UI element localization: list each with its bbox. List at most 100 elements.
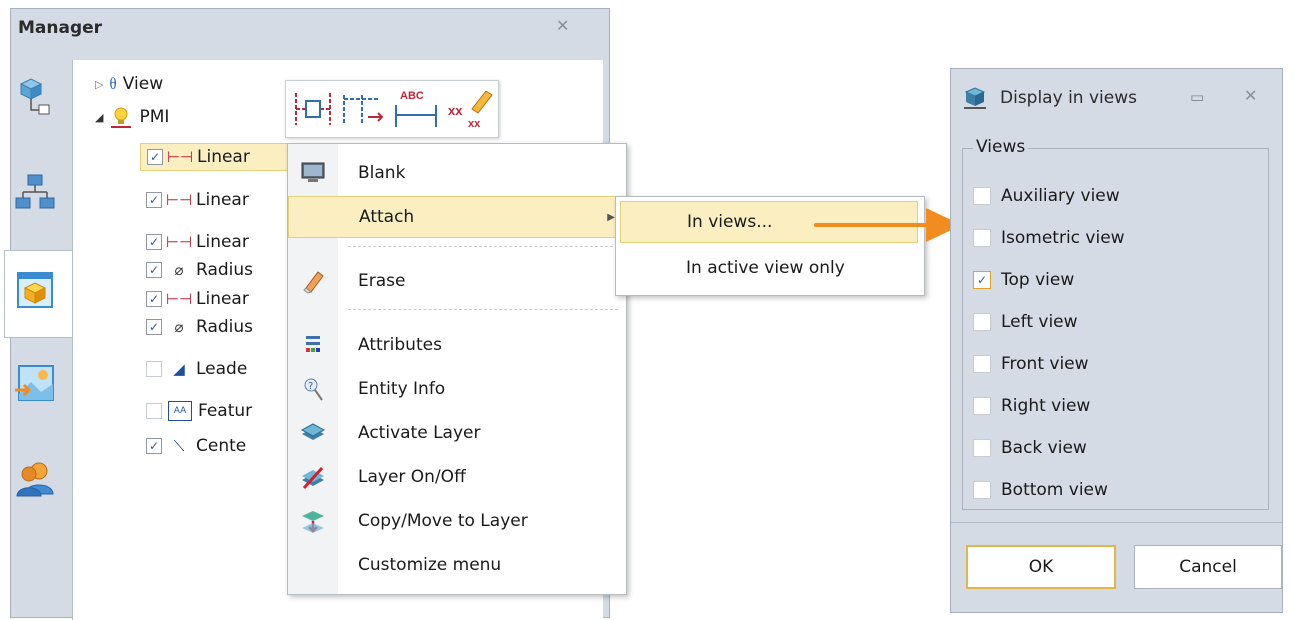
tree-row-label: Leade: [196, 359, 248, 379]
expand-arrow-icon[interactable]: ▷: [95, 78, 103, 91]
checkbox[interactable]: [973, 187, 991, 205]
menu-item-layer-on-off[interactable]: Layer On/Off: [288, 456, 626, 498]
layer-icon: [300, 423, 326, 440]
context-menu: Blank Attach ▶ Erase Attributes ? Entity…: [287, 143, 627, 595]
radius-dimension-icon: ⌀: [174, 318, 184, 336]
monitor-icon: [301, 162, 325, 182]
tree-row-pmi-item[interactable]: ✓ ⊢⊣ Linear: [146, 228, 249, 256]
menu-item-customize-menu[interactable]: Customize menu: [288, 544, 626, 586]
linear-dimension-icon: ⊢⊣: [165, 191, 193, 209]
linear-dimension-tool-icon[interactable]: [292, 89, 334, 129]
dialog-footer-divider: [951, 522, 1282, 523]
checkbox[interactable]: [973, 397, 991, 415]
tree-row-label: Linear: [196, 232, 249, 252]
svg-text:xx: xx: [448, 103, 463, 118]
menu-item-blank[interactable]: Blank: [288, 152, 626, 194]
close-icon[interactable]: ✕: [556, 16, 569, 35]
tree-row-pmi-item[interactable]: ✓ ⊢⊣ Linear: [140, 143, 290, 171]
checkbox[interactable]: ✓: [146, 438, 162, 454]
svg-text:?: ?: [308, 381, 313, 392]
menu-separator: [348, 246, 618, 247]
linear-dimension-icon: ⊢⊣: [166, 148, 194, 166]
tree-row-pmi-item[interactable]: ✓ ⌀ Radius: [146, 256, 253, 284]
view-option-top[interactable]: ✓ Top view: [973, 265, 1074, 295]
baseline-dimension-tool-icon[interactable]: [340, 89, 386, 129]
tree-node-label: PMI: [139, 107, 170, 127]
tree-node-pmi[interactable]: ◢ PMI: [95, 103, 169, 131]
tree-row-pmi-item[interactable]: AA Featur: [146, 397, 252, 425]
cancel-button[interactable]: Cancel: [1134, 545, 1282, 589]
tree-row-label: Linear: [196, 190, 249, 210]
checkbox[interactable]: ✓: [146, 262, 162, 278]
checkbox[interactable]: [973, 229, 991, 247]
menu-separator: [348, 309, 618, 310]
checkbox[interactable]: [146, 361, 162, 377]
tree-row-pmi-item[interactable]: ✓ ⌀ Radius: [146, 313, 253, 341]
tree-row-label: Featur: [198, 401, 253, 421]
layer-toggle-icon: [302, 466, 324, 490]
ok-button[interactable]: OK: [966, 545, 1116, 589]
tolerance-edit-tool-icon[interactable]: xx xx: [446, 85, 494, 131]
submenu-arrow-icon: ▶: [607, 211, 615, 223]
tree-node-view[interactable]: ▷ ᦲ View: [95, 70, 163, 98]
menu-item-entity-info[interactable]: ? Entity Info: [288, 368, 626, 410]
checkbox[interactable]: ✓: [973, 271, 991, 289]
entity-info-icon: ?: [304, 378, 323, 401]
pmi-mini-toolbar: ABC xx xx: [285, 80, 499, 138]
feature-control-frame-icon: AA: [168, 401, 192, 421]
close-icon[interactable]: ✕: [1244, 86, 1257, 105]
view-option-right[interactable]: Right view: [973, 391, 1090, 421]
checkbox[interactable]: [146, 403, 162, 419]
callout-arrow: [814, 208, 962, 242]
menu-item-erase[interactable]: Erase: [288, 260, 626, 302]
view-option-left[interactable]: Left view: [973, 307, 1078, 337]
view-manager-icon[interactable]: [13, 268, 57, 312]
checkbox[interactable]: [973, 313, 991, 331]
pmi-icon: [111, 107, 132, 128]
eraser-icon: [303, 271, 324, 294]
checkbox[interactable]: ✓: [146, 319, 162, 335]
submenu-item-active-view-only[interactable]: In active view only: [620, 247, 918, 289]
checkbox[interactable]: ✓: [146, 234, 162, 250]
centerline-icon: ⟍: [173, 437, 185, 455]
checkbox[interactable]: ✓: [146, 192, 162, 208]
tree-row-pmi-item[interactable]: ✓ ⊢⊣ Linear: [146, 186, 249, 214]
part-tree-icon[interactable]: [13, 74, 57, 118]
tree-row-pmi-item[interactable]: ◢ Leade: [146, 355, 247, 383]
users-icon[interactable]: [13, 458, 57, 502]
text-dimension-tool-icon[interactable]: ABC: [392, 87, 442, 129]
layer-move-icon: [302, 511, 324, 533]
tree-node-label: View: [122, 74, 164, 94]
collapse-arrow-icon[interactable]: ◢: [95, 111, 103, 124]
view-option-bottom[interactable]: Bottom view: [973, 475, 1108, 505]
display-views-icon: [964, 87, 986, 109]
tree-row-label: Radius: [196, 317, 254, 337]
view-option-back[interactable]: Back view: [973, 433, 1087, 463]
tree-row-label: Linear: [197, 147, 250, 167]
tree-row-pmi-item[interactable]: ✓ ⟍ Cente: [146, 432, 246, 460]
svg-text:xx: xx: [468, 118, 481, 130]
tree-row-label: Radius: [196, 260, 254, 280]
menu-item-copy-move-layer[interactable]: Copy/Move to Layer: [288, 500, 626, 542]
tree-row-pmi-item[interactable]: ✓ ⊢⊣ Linear: [146, 285, 249, 313]
hierarchy-icon[interactable]: [13, 170, 57, 214]
linear-dimension-icon: ⊢⊣: [165, 290, 193, 308]
menu-item-attach[interactable]: Attach ▶: [288, 196, 626, 238]
attributes-icon: [306, 336, 320, 352]
view-option-auxiliary[interactable]: Auxiliary view: [973, 181, 1120, 211]
menu-item-attributes[interactable]: Attributes: [288, 324, 626, 366]
tree-row-label: Linear: [196, 289, 249, 309]
menu-item-activate-layer[interactable]: Activate Layer: [288, 412, 626, 454]
svg-text:ABC: ABC: [400, 90, 424, 102]
checkbox[interactable]: ✓: [146, 291, 162, 307]
glasses-icon: ᦲ: [109, 74, 117, 93]
dialog-title: Display in views: [1000, 88, 1137, 108]
view-option-front[interactable]: Front view: [973, 349, 1089, 379]
pin-icon[interactable]: ▭: [1190, 88, 1204, 106]
checkbox[interactable]: [973, 355, 991, 373]
view-option-isometric[interactable]: Isometric view: [973, 223, 1125, 253]
checkbox[interactable]: ✓: [147, 149, 163, 165]
checkbox[interactable]: [973, 439, 991, 457]
image-export-icon[interactable]: [13, 362, 57, 406]
checkbox[interactable]: [973, 481, 991, 499]
